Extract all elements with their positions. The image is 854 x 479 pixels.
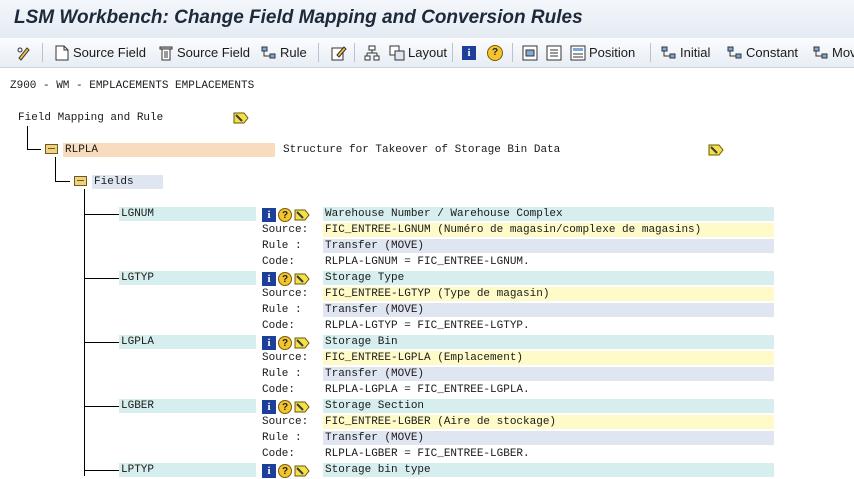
expand-button[interactable] — [546, 38, 562, 67]
fields-folder-icon — [74, 176, 87, 186]
source-label: Source: — [262, 288, 309, 300]
position-label: Position — [589, 45, 636, 60]
pencil-glasses-icon — [16, 45, 32, 61]
code-label: Code: — [262, 384, 296, 396]
application-toolbar: Source Field Source Field Rule Layout i … — [0, 38, 854, 68]
rule-constant-icon — [727, 45, 743, 61]
edit-button[interactable] — [331, 38, 347, 67]
info-button[interactable]: i — [462, 38, 476, 67]
help-button[interactable]: ? — [487, 38, 503, 67]
structure-name[interactable]: RLPLA — [63, 143, 275, 157]
move-button[interactable]: Mov — [813, 38, 854, 67]
rule-label: Rule : — [262, 432, 302, 444]
field-rule[interactable]: Transfer (MOVE) — [323, 303, 774, 317]
expand-icon — [546, 45, 562, 61]
field-name[interactable]: LGBER — [119, 399, 256, 413]
layout-button[interactable]: Layout — [389, 38, 447, 67]
field-name[interactable]: LGTYP — [119, 271, 256, 285]
field-code[interactable]: RLPLA-LGNUM = FIC_ENTREE-LGNUM. — [323, 255, 774, 269]
code-label: Code: — [262, 256, 296, 268]
field-source[interactable]: FIC_ENTREE-LGPLA (Emplacement) — [323, 351, 774, 365]
field-rule[interactable]: Transfer (MOVE) — [323, 367, 774, 381]
display-change-button[interactable] — [16, 38, 32, 67]
structure-folder-icon — [45, 144, 58, 154]
edit-pencil-icon — [331, 45, 347, 61]
annotation-icon[interactable] — [294, 271, 310, 287]
structure-description: Structure for Takeover of Storage Bin Da… — [283, 144, 561, 156]
trash-icon — [158, 45, 174, 61]
delete-source-field-button[interactable]: Source Field — [158, 38, 250, 67]
constant-label: Constant — [746, 45, 799, 60]
field-description: Storage Type — [323, 271, 774, 285]
tree-content: Z900 - WM - EMPLACEMENTS EMPLACEMENTS Fi… — [0, 68, 854, 479]
help-icon[interactable]: ? — [278, 336, 292, 350]
hierarchy-button[interactable] — [364, 38, 380, 67]
position-icon — [570, 45, 586, 61]
collapse-button[interactable] — [522, 38, 538, 67]
new-document-icon — [54, 45, 70, 61]
field-description: Storage Section — [323, 399, 774, 413]
layout-icon — [389, 45, 405, 61]
initial-label: Initial — [680, 45, 711, 60]
field-source[interactable]: FIC_ENTREE-LGBER (Aire de stockage) — [323, 415, 774, 429]
rule-button[interactable]: Rule — [261, 38, 307, 67]
create-source-field-button[interactable]: Source Field — [54, 38, 146, 67]
title-bar: LSM Workbench: Change Field Mapping and … — [0, 0, 854, 39]
source-label: Source: — [262, 416, 309, 428]
field-code[interactable]: RLPLA-LGTYP = FIC_ENTREE-LGTYP. — [323, 319, 774, 333]
field-name[interactable]: LPTYP — [119, 463, 256, 477]
help-icon[interactable]: ? — [278, 208, 292, 222]
rule-label: Rule : — [262, 304, 302, 316]
rule-label: Rule — [280, 45, 307, 60]
layout-label: Layout — [408, 45, 448, 60]
structure-annotation-icon[interactable] — [708, 142, 724, 158]
window-title: LSM Workbench: Change Field Mapping and … — [14, 7, 583, 28]
field-name[interactable]: LGPLA — [119, 335, 256, 349]
move-label: Mov — [832, 45, 854, 60]
rule-label: Rule : — [262, 240, 302, 252]
field-code[interactable]: RLPLA-LGBER = FIC_ENTREE-LGBER. — [323, 447, 774, 461]
field-description: Storage bin type — [323, 463, 774, 477]
hierarchy-icon — [364, 45, 380, 61]
help-icon[interactable]: ? — [278, 272, 292, 286]
code-label: Code: — [262, 320, 296, 332]
source-label: Source: — [262, 224, 309, 236]
source-label: Source: — [262, 352, 309, 364]
help-icon: ? — [487, 44, 503, 61]
help-icon[interactable]: ? — [278, 400, 292, 414]
tree-root-label: Field Mapping and Rule — [18, 112, 164, 124]
delete-source-field-label: Source Field — [177, 45, 250, 60]
field-source[interactable]: FIC_ENTREE-LGNUM (Numéro de magasin/comp… — [323, 223, 774, 237]
field-source[interactable]: FIC_ENTREE-LGTYP (Type de magasin) — [323, 287, 774, 301]
position-button[interactable]: Position — [570, 38, 635, 67]
field-code[interactable]: RLPLA-LGPLA = FIC_ENTREE-LGPLA. — [323, 383, 774, 397]
initial-button[interactable]: Initial — [661, 38, 710, 67]
rule-move-icon — [813, 45, 829, 61]
field-description: Storage Bin — [323, 335, 774, 349]
annotation-icon[interactable] — [294, 335, 310, 351]
info-icon[interactable]: i — [262, 208, 276, 222]
info-icon[interactable]: i — [262, 336, 276, 350]
rule-initial-icon — [661, 45, 677, 61]
object-line: Z900 - WM - EMPLACEMENTS EMPLACEMENTS — [10, 80, 255, 92]
constant-button[interactable]: Constant — [727, 38, 798, 67]
create-source-field-label: Source Field — [73, 45, 146, 60]
field-name[interactable]: LGNUM — [119, 207, 256, 221]
field-rule[interactable]: Transfer (MOVE) — [323, 431, 774, 445]
root-annotation-icon[interactable] — [233, 110, 249, 126]
rule-tree-icon — [261, 45, 277, 61]
annotation-icon[interactable] — [294, 207, 310, 223]
info-icon[interactable]: i — [262, 272, 276, 286]
fields-node-label[interactable]: Fields — [92, 175, 163, 189]
code-label: Code: — [262, 448, 296, 460]
collapse-icon — [522, 45, 538, 61]
info-icon[interactable]: i — [262, 400, 276, 414]
annotation-icon[interactable] — [294, 399, 310, 415]
annotation-icon[interactable] — [294, 463, 310, 479]
rule-label: Rule : — [262, 368, 302, 380]
info-icon: i — [462, 45, 476, 60]
field-rule[interactable]: Transfer (MOVE) — [323, 239, 774, 253]
field-description: Warehouse Number / Warehouse Complex — [323, 207, 774, 221]
